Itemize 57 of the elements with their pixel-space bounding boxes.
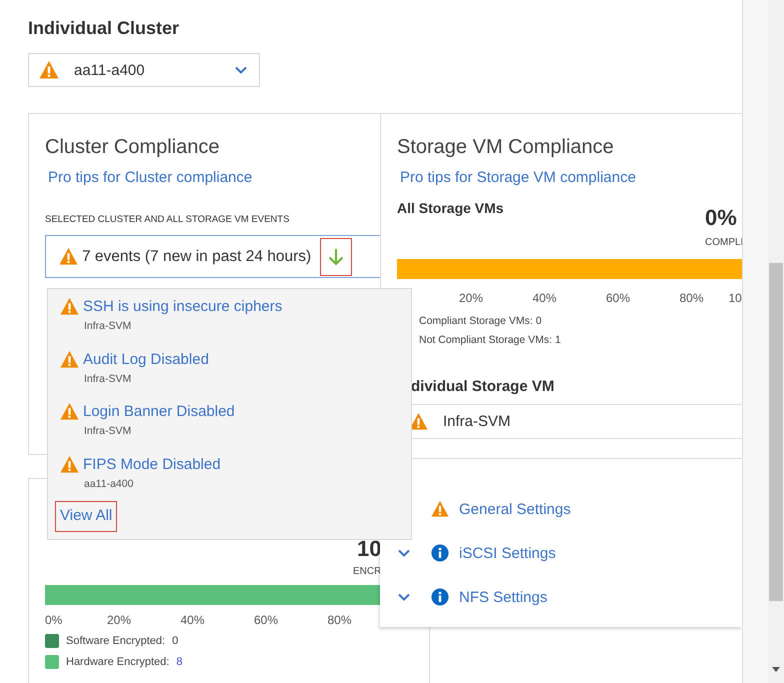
event-link[interactable]: Login Banner Disabled — [83, 403, 235, 420]
scroll-down-icon[interactable] — [772, 667, 780, 672]
events-label: SELECTED CLUSTER AND ALL STORAGE VM EVENTS — [45, 214, 290, 225]
events-summary: 7 events (7 new in past 24 hours) — [82, 248, 312, 266]
event-link[interactable]: FIPS Mode Disabled — [83, 456, 221, 472]
section-subtitle: All Storage VMs — [397, 200, 504, 218]
scrollbar-thumb[interactable] — [769, 263, 783, 601]
axis-tick-label: 40% — [532, 291, 558, 305]
warning-icon — [60, 297, 79, 316]
section-heading: dividual Storage VM — [411, 378, 554, 395]
settings-link[interactable]: General Settings — [459, 500, 571, 518]
axis-tick-label: 60% — [254, 613, 280, 627]
pro-tips-link[interactable]: Pro tips for Cluster compliance — [48, 169, 252, 186]
arrow-down-icon — [328, 248, 344, 266]
legend-label: Compliant Storage VMs: 0 — [419, 315, 543, 327]
event-link[interactable]: SSH is using insecure ciphers — [83, 298, 282, 315]
cluster-select[interactable]: aa11-a400 — [28, 53, 260, 87]
settings-link[interactable]: iSCSI Settings — [459, 544, 556, 562]
legend-label: Not Compliant Storage VMs: 1 — [419, 334, 562, 346]
axis-tick-label: 20% — [459, 291, 484, 305]
chevron-down-icon[interactable] — [235, 66, 247, 74]
count-link[interactable]: 8 — [176, 656, 182, 668]
view-all-link[interactable]: View All — [55, 501, 118, 532]
event-source: Infra-SVM — [84, 320, 132, 332]
chevron-down-icon[interactable] — [398, 549, 410, 557]
event-link[interactable]: Audit Log Disabled — [83, 350, 209, 368]
axis-tick-label: 60% — [606, 291, 632, 305]
expand-button[interactable] — [320, 238, 352, 276]
settings-link[interactable]: NFS Settings — [459, 588, 548, 606]
compliance-label: COMPLI — [705, 237, 742, 248]
warning-icon — [59, 247, 78, 266]
axis-tick-label: 80% — [328, 613, 353, 627]
warning-icon — [60, 402, 79, 421]
event-source: Infra-SVM — [84, 425, 132, 437]
axis-tick-label: 10 — [728, 291, 742, 305]
event-source: aa11-a400 — [84, 478, 134, 490]
axis-tick-label: 20% — [107, 613, 132, 627]
compliance-percent: 0% — [705, 205, 737, 231]
event-source: Infra-SVM — [84, 372, 132, 384]
axis-tick-label: 40% — [180, 613, 206, 627]
encrypted-label: ENCR — [353, 566, 382, 577]
warning-icon — [60, 350, 79, 368]
page-heading: Individual Cluster — [28, 17, 180, 39]
legend-label: Software Encrypted: — [66, 635, 166, 647]
warning-icon — [39, 60, 59, 80]
axis-tick-label: 80% — [680, 291, 705, 305]
warning-icon — [60, 454, 79, 474]
legend-count: 0 — [172, 635, 178, 647]
pro-tips-link[interactable]: Pro tips for Storage VM compliance — [400, 169, 636, 186]
chevron-down-icon[interactable] — [398, 593, 410, 601]
scrollbar[interactable] — [768, 0, 784, 683]
axis-tick-label: 0% — [45, 613, 64, 627]
encrypted-percent: 10 — [357, 537, 382, 561]
card-title: Storage VM Compliance — [397, 135, 614, 160]
events-field[interactable]: 7 events (7 new in past 24 hours) — [45, 235, 381, 278]
card-title: Cluster Compliance — [45, 135, 220, 160]
legend-label: Hardware Encrypted: — [66, 656, 170, 668]
